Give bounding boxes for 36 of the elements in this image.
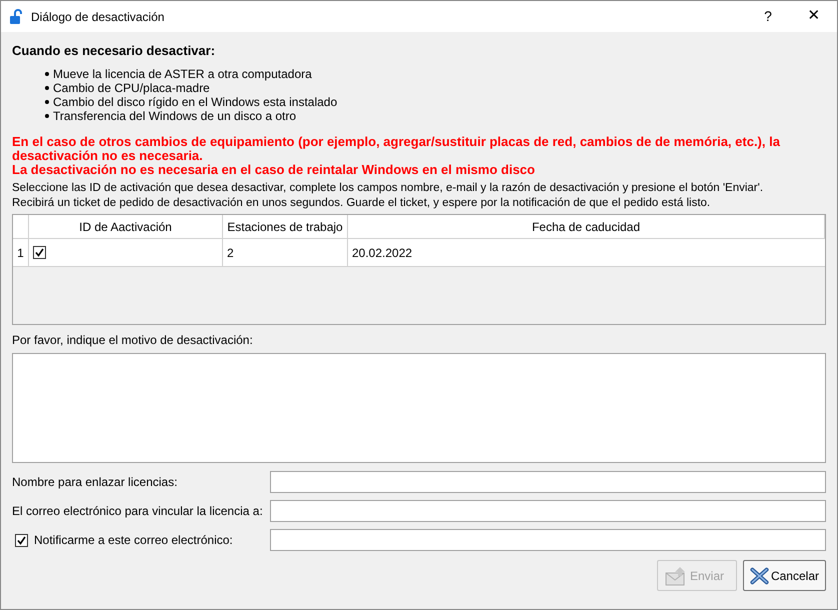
input-field[interactable] (270, 529, 826, 551)
padlock-icon (9, 8, 23, 24)
instruction-text: Seleccione las ID de activación que desea desactivar, complete los campos nombre, e-mail y la razón de desactivación y presione el botón 'Enviar'. (12, 181, 764, 196)
window-title: Diálogo de desactivación (31, 8, 164, 26)
notify-checkbox[interactable] (15, 534, 28, 546)
warning-text: La desactivación no es necesaria en el caso de reintalar Windows en el mismo disco (12, 163, 536, 177)
row-number: 1 (13, 239, 29, 266)
reason-label: Por favor, indique el motivo de desactivación: (12, 333, 254, 347)
reason-field[interactable] (12, 353, 826, 463)
bullet-text: Cambio del disco rígido en el Windows esta instalado (53, 95, 338, 109)
table-cell: 2 (223, 239, 348, 266)
close-button[interactable]: ✕ (791, 1, 837, 32)
checkbox-label: Notificarme a este correo electrónico: (34, 532, 233, 549)
column-header: Fecha de caducidad (348, 215, 825, 238)
table-cell-text: 20.02.2022 (351, 244, 414, 262)
column-header: Estaciones de trabajo (223, 215, 348, 238)
close-icon (750, 564, 769, 586)
instruction-text: Recibirá un ticket de pedido de desactivación en unos segundos. Guarde el ticket, y espere por la notificación de que el pedido está listo. (12, 196, 712, 211)
input-field[interactable] (270, 500, 826, 522)
bullet-text: Mueve la licencia de ASTER a otra computadora (53, 67, 312, 81)
bullet-text: Cambio de CPU/placa-madre (53, 81, 210, 95)
help-button[interactable]: ? (745, 1, 791, 32)
bullet-text: Transferencia del Windows de un disco a otro (53, 109, 296, 123)
row-checkbox[interactable] (33, 246, 46, 259)
input-field[interactable] (270, 471, 826, 493)
bullet-icon (45, 100, 49, 104)
field-label: Nombre para enlazar licencias: (12, 474, 178, 491)
field-label: El correo electrónico para vincular la licencia a: (12, 503, 263, 520)
bullet-icon (45, 86, 49, 90)
section-heading: Cuando es necesario desactivar: (12, 43, 216, 59)
column-header: ID de Aactivación (29, 215, 223, 238)
warning-text: En el caso de otros cambios de equipamiento (por ejemplo, agregar/sustituir placas de red, cambios de de memória, etc.), la desactivación no es necesaria. (12, 135, 781, 163)
bullet-icon (45, 114, 49, 118)
bullet-icon (45, 72, 49, 76)
envelope-icon (664, 564, 688, 586)
cancel-button[interactable]: Cancelar (743, 560, 826, 591)
